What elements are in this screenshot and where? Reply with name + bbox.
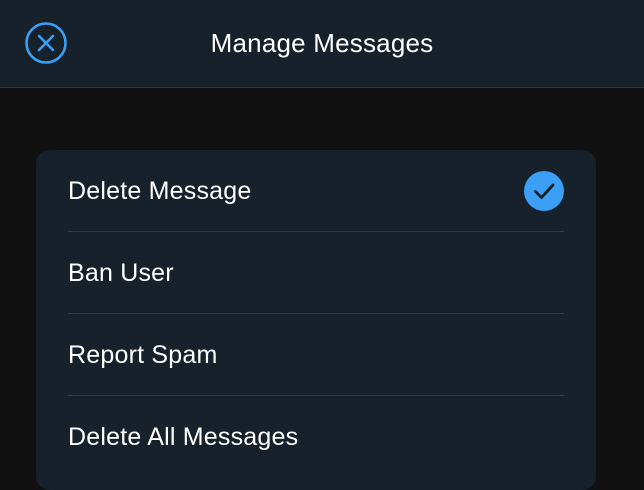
option-report-spam[interactable]: Report Spam (36, 314, 596, 396)
option-ban-user[interactable]: Ban User (36, 232, 596, 314)
option-label: Delete All Messages (68, 423, 299, 451)
option-label: Ban User (68, 259, 174, 287)
option-delete-message[interactable]: Delete Message (36, 150, 596, 232)
checkmark-circle-icon (524, 171, 564, 211)
option-delete-all-messages[interactable]: Delete All Messages (36, 396, 596, 478)
page-title: Manage Messages (210, 28, 434, 58)
options-list: Delete Message Ban User Report Spam Dele… (36, 150, 596, 490)
top-bar: Manage Messages (0, 0, 644, 88)
option-label: Report Spam (68, 341, 218, 369)
option-label: Delete Message (68, 177, 252, 205)
